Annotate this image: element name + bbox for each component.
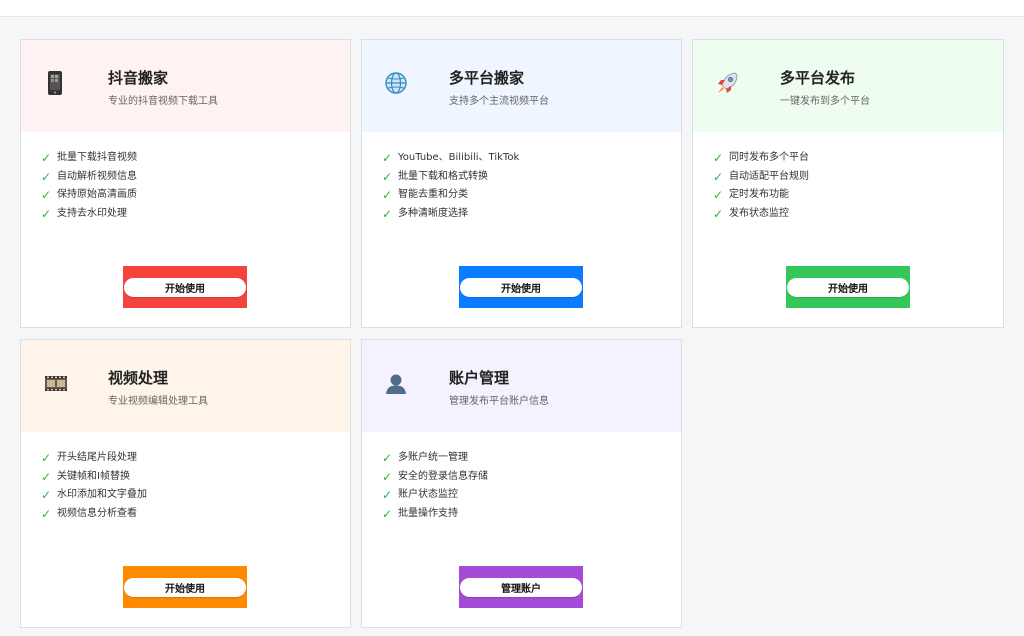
button-frame: 开始使用 bbox=[123, 566, 247, 608]
user-icon bbox=[386, 374, 406, 394]
card-subtitle: 专业的抖音视频下载工具 bbox=[108, 96, 218, 107]
feature-item: ✓ 同时发布多个平台 bbox=[713, 149, 1003, 168]
check-icon: ✓ bbox=[41, 469, 52, 484]
check-icon: ✓ bbox=[382, 169, 393, 184]
check-icon: ✓ bbox=[382, 469, 393, 484]
check-icon: ✓ bbox=[41, 206, 52, 221]
button-frame: 开始使用 bbox=[459, 266, 583, 308]
button-frame: 开始使用 bbox=[786, 266, 910, 308]
check-icon: ✓ bbox=[382, 488, 393, 502]
feature-item: ✓ 自动解析视频信息 bbox=[41, 168, 350, 187]
check-icon: ✓ bbox=[713, 206, 724, 221]
feature-list: ✓ 同时发布多个平台 ✓ 自动适配平台规则 ✓ 定时发布功能 ✓ 发布状态监控 bbox=[693, 132, 1003, 223]
feature-list: ✓ 开头结尾片段处理 ✓ 关键帧和I帧替换 ✓ 水印添加和文字叠加 ✓ 视频信息分析查看 bbox=[21, 432, 350, 523]
top-bar bbox=[0, 0, 1024, 17]
check-icon: ✓ bbox=[41, 188, 52, 202]
check-icon: ✓ bbox=[382, 206, 393, 221]
feature-item: ✓ 定时发布功能 bbox=[713, 186, 1003, 205]
check-icon: ✓ bbox=[382, 151, 393, 165]
feature-item: ✓ 账户状态监控 bbox=[382, 486, 681, 505]
card-header: 账户管理 管理发布平台账户信息 bbox=[362, 340, 681, 432]
card-title: 视频处理 bbox=[108, 369, 169, 387]
card-header: 视频处理 专业视频编辑处理工具 bbox=[21, 340, 350, 432]
card-multi-platform-publish: 多平台发布 一键发布到多个平台 ✓ 同时发布多个平台 ✓ 自动适配平台规则 ✓ 定时发… bbox=[692, 39, 1004, 328]
feature-item: ✓ 保持原始高清画质 bbox=[41, 186, 350, 205]
feature-item: ✓ 批量操作支持 bbox=[382, 505, 681, 524]
check-icon: ✓ bbox=[713, 151, 724, 165]
check-icon: ✓ bbox=[41, 151, 52, 165]
card-video-processing: 视频处理 专业视频编辑处理工具 ✓ 开头结尾片段处理 ✓ 关键帧和I帧替换 ✓ 水印添… bbox=[20, 339, 351, 628]
feature-item: ✓ 智能去重和分类 bbox=[382, 186, 681, 205]
feature-item: ✓ 批量下载抖音视频 bbox=[41, 149, 350, 168]
feature-item: ✓ 发布状态监控 bbox=[713, 205, 1003, 224]
start-button[interactable]: 开始使用 bbox=[124, 577, 246, 597]
card-multi-platform-move: 多平台搬家 支持多个主流视频平台 ✓ YouTube、Bilibili、TikTo… bbox=[361, 39, 682, 328]
card-header: 多平台发布 一键发布到多个平台 bbox=[693, 40, 1003, 132]
card-title: 多平台发布 bbox=[780, 69, 856, 87]
card-douyin: 抖音搬家 专业的抖音视频下载工具 ✓ 批量下载抖音视频 ✓ 自动解析视频信息 ✓ 保持… bbox=[20, 39, 351, 328]
card-subtitle: 一键发布到多个平台 bbox=[780, 96, 870, 107]
check-icon: ✓ bbox=[41, 169, 52, 184]
card-title: 抖音搬家 bbox=[108, 69, 169, 87]
feature-item: ✓ 关键帧和I帧替换 bbox=[41, 468, 350, 487]
button-frame: 开始使用 bbox=[123, 266, 247, 308]
start-button[interactable]: 开始使用 bbox=[787, 277, 909, 297]
check-icon: ✓ bbox=[382, 506, 393, 521]
card-subtitle: 专业视频编辑处理工具 bbox=[108, 396, 208, 407]
feature-list: ✓ 多账户统一管理 ✓ 安全的登录信息存储 ✓ 账户状态监控 ✓ 批量操作支持 bbox=[362, 432, 681, 523]
card-title: 账户管理 bbox=[449, 369, 510, 387]
feature-item: ✓ 安全的登录信息存储 bbox=[382, 468, 681, 487]
feature-item: ✓ 开头结尾片段处理 bbox=[41, 449, 350, 468]
check-icon: ✓ bbox=[41, 451, 52, 465]
rocket-icon bbox=[718, 72, 738, 93]
feature-list: ✓ 批量下载抖音视频 ✓ 自动解析视频信息 ✓ 保持原始高清画质 ✓ 支持去水印处理 bbox=[21, 132, 350, 223]
card-header: 抖音搬家 专业的抖音视频下载工具 bbox=[21, 40, 350, 132]
feature-item: ✓ 多种清晰度选择 bbox=[382, 205, 681, 224]
feature-item: ✓ YouTube、Bilibili、TikTok bbox=[382, 149, 681, 168]
feature-item: ✓ 支持去水印处理 bbox=[41, 205, 350, 224]
check-icon: ✓ bbox=[41, 506, 52, 521]
start-button[interactable]: 开始使用 bbox=[124, 277, 246, 297]
feature-item: ✓ 批量下载和格式转换 bbox=[382, 168, 681, 187]
button-frame: 管理账户 bbox=[459, 566, 583, 608]
check-icon: ✓ bbox=[382, 188, 393, 202]
check-icon: ✓ bbox=[41, 488, 52, 502]
feature-item: ✓ 自动适配平台规则 bbox=[713, 168, 1003, 187]
feature-item: ✓ 水印添加和文字叠加 bbox=[41, 486, 350, 505]
card-subtitle: 管理发布平台账户信息 bbox=[449, 396, 549, 407]
card-title: 多平台搬家 bbox=[449, 69, 525, 87]
phone-icon bbox=[48, 71, 62, 95]
card-header: 多平台搬家 支持多个主流视频平台 bbox=[362, 40, 681, 132]
card-subtitle: 支持多个主流视频平台 bbox=[449, 96, 549, 107]
feature-item: ✓ 视频信息分析查看 bbox=[41, 505, 350, 524]
manage-accounts-button[interactable]: 管理账户 bbox=[460, 577, 582, 597]
check-icon: ✓ bbox=[713, 188, 724, 202]
card-account-management: 账户管理 管理发布平台账户信息 ✓ 多账户统一管理 ✓ 安全的登录信息存储 ✓ 账户状… bbox=[361, 339, 682, 628]
feature-list: ✓ YouTube、Bilibili、TikTok ✓ 批量下载和格式转换 ✓ 智能去… bbox=[362, 132, 681, 223]
globe-icon bbox=[385, 72, 407, 94]
check-icon: ✓ bbox=[382, 451, 393, 465]
check-icon: ✓ bbox=[713, 169, 724, 184]
feature-item: ✓ 多账户统一管理 bbox=[382, 449, 681, 468]
start-button[interactable]: 开始使用 bbox=[460, 277, 582, 297]
film-icon bbox=[45, 376, 67, 391]
